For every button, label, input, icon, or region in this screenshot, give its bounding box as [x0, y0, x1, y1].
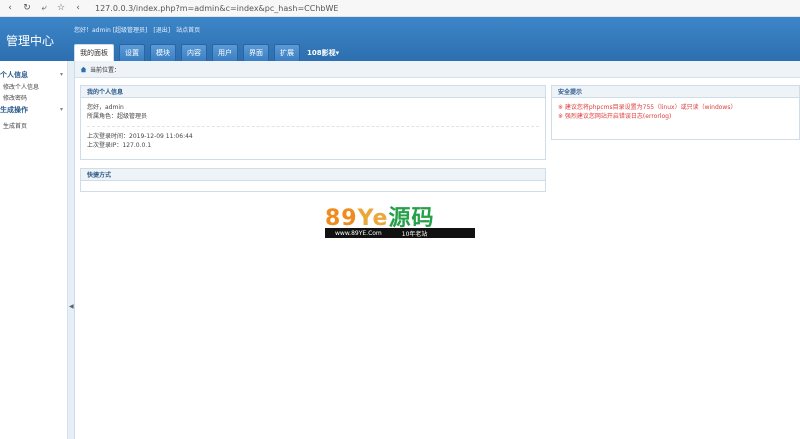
sidebar-item-edit-profile[interactable]: 修改个人信息 [0, 81, 67, 92]
site-home-link[interactable]: 站点首页 [176, 25, 200, 34]
watermark-slogan: 10年老站 [401, 230, 428, 238]
watermark-logo: 89Ye源码 www.89YE.Com 10年老站 [325, 200, 475, 240]
tab-dashboard[interactable]: 我的面板 [74, 44, 114, 61]
panel-title: 安全提示 [552, 86, 799, 98]
watermark-url: www.89YE.Com [335, 229, 382, 237]
tab-users[interactable]: 用户 [212, 44, 238, 61]
personal-info-panel: 我的个人信息 您好，admin 所属角色：超级管理员 上次登录时间：2019-1… [80, 85, 546, 160]
app-header: 管理中心 您好！admin [超级管理员] [退出] 站点首页 我的面板 设置 … [0, 17, 800, 61]
security-warning: ※ 建议您将phpcms目录设置为755（linux）或只读（windows） [558, 104, 737, 111]
main-tabs: 我的面板 设置 模块 内容 用户 界面 扩展 108影视▾ [74, 44, 341, 61]
star-icon[interactable]: ☆ [54, 1, 68, 15]
tab-modules[interactable]: 模块 [150, 44, 176, 61]
left-chevron-icon[interactable]: ‹ [71, 1, 85, 15]
home-icon [80, 66, 87, 72]
security-warning: ※ 强烈建议您网站开启错误日志(errorlog) [558, 113, 672, 120]
back-icon[interactable]: ‹ [3, 1, 17, 15]
user-greeting: 您好！admin [超级管理员] [74, 27, 148, 34]
sidebar-group-label: 生成操作 [0, 105, 28, 114]
watermark-strip: www.89YE.Com 10年老站 [325, 228, 475, 238]
address-bar[interactable]: 127.0.0.3/index.php?m=admin&c=index&pc_h… [95, 4, 338, 13]
sidebar-group-label: 个人信息 [0, 70, 28, 79]
breadcrumb: 当前位置： [75, 61, 800, 78]
hello-text: 您好，admin [87, 104, 124, 111]
history-back-icon[interactable]: ⤶ [37, 1, 51, 15]
browser-toolbar: ‹ ↻ ⤶ ☆ ‹ 127.0.0.3/index.php?m=admin&c=… [0, 0, 800, 17]
sidebar-item-change-password[interactable]: 修改密码 [0, 92, 67, 103]
chevron-down-icon: ▾ [59, 71, 63, 78]
panel-title: 我的个人信息 [81, 86, 545, 98]
panel-title: 快捷方式 [81, 169, 545, 181]
divider [87, 126, 539, 127]
logout-link[interactable]: [退出] [153, 25, 170, 34]
chevron-down-icon: ▾ [59, 106, 63, 113]
app-title: 管理中心 [6, 34, 55, 48]
refresh-icon[interactable]: ↻ [20, 1, 34, 15]
collapse-left-icon: ◀ [69, 303, 74, 310]
security-panel: 安全提示 ※ 建议您将phpcms目录设置为755（linux）或只读（wind… [551, 85, 800, 140]
tab-extensions[interactable]: 扩展 [274, 44, 300, 61]
tab-settings[interactable]: 设置 [119, 44, 145, 61]
tab-interface[interactable]: 界面 [243, 44, 269, 61]
last-login-time: 上次登录时间：2019-12-09 11:06:44 [87, 133, 193, 140]
tab-more-dropdown[interactable]: 108影视▾ [305, 44, 341, 61]
header-links: 您好！admin [超级管理员] [退出] 站点首页 [74, 25, 200, 34]
breadcrumb-label: 当前位置： [90, 66, 121, 74]
shortcut-panel: 快捷方式 [80, 168, 546, 192]
tab-content[interactable]: 内容 [181, 44, 207, 61]
last-login-ip: 上次登录IP：127.0.0.1 [87, 142, 152, 149]
role-text: 所属角色：超级管理员 [87, 113, 148, 120]
sidebar-group-generate[interactable]: 生成操作 ▾ [0, 103, 67, 116]
sidebar-group-personal[interactable]: 个人信息 ▾ [0, 68, 67, 81]
sidebar-collapse-bar[interactable]: ◀ [68, 61, 75, 439]
sidebar-item-generate-home[interactable]: 生成首页 [0, 120, 67, 131]
sidebar: 个人信息 ▾ 修改个人信息 修改密码 生成操作 ▾ 生成首页 [0, 61, 68, 439]
